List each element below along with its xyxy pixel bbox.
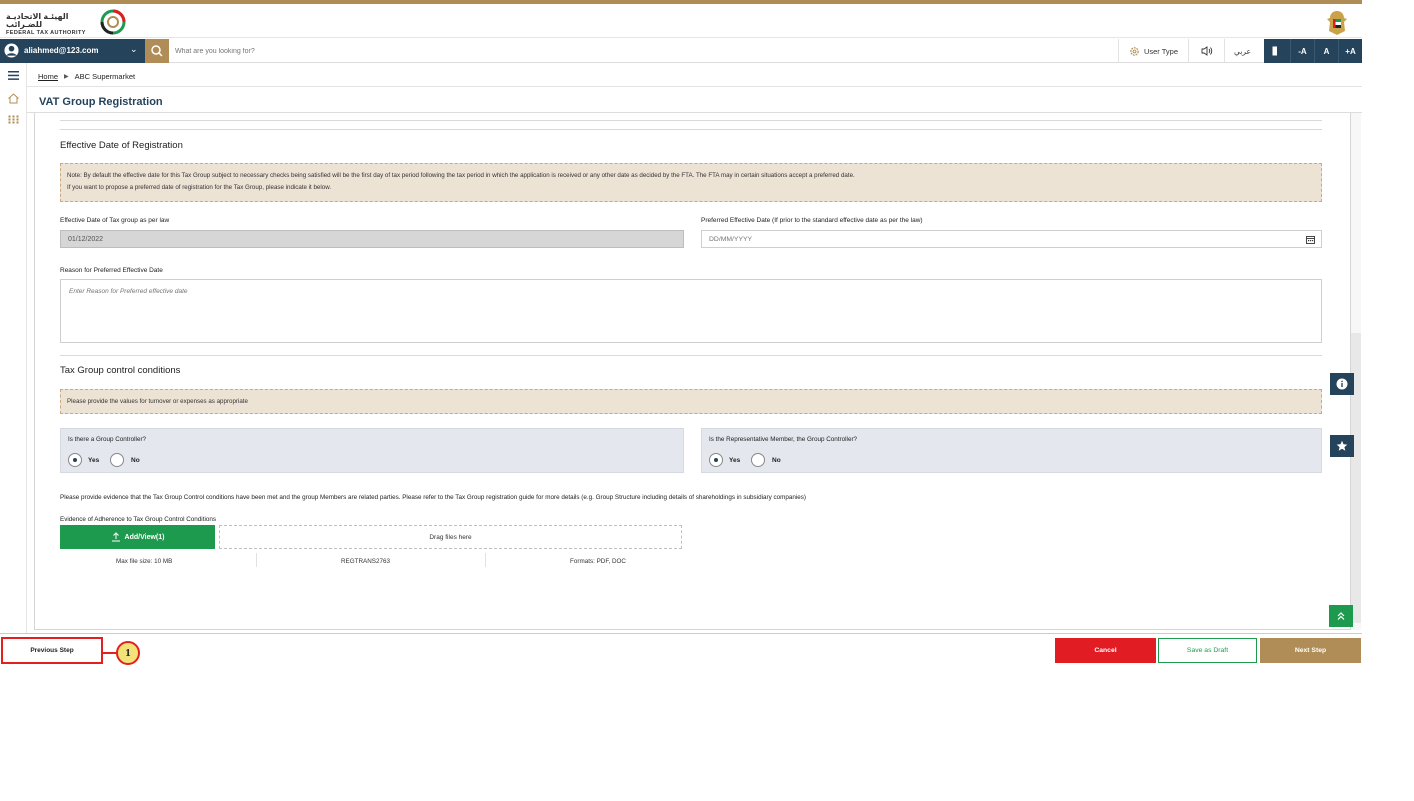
nav-tools: User Type عربي -A A +A (1118, 39, 1362, 63)
group-controller-panel: Is there a Group Controller? Yes No (60, 428, 684, 473)
user-type-label: User Type (1143, 46, 1179, 56)
chevron-down-icon[interactable]: ⌄ (130, 44, 138, 55)
info-icon (1336, 378, 1348, 390)
home-icon[interactable] (7, 92, 20, 105)
language-arabic-button[interactable]: عربي (1224, 39, 1260, 63)
reference-number: REGTRANS2763 (341, 558, 390, 565)
upload-icon (111, 532, 120, 542)
font-decrease-button[interactable]: -A (1290, 39, 1314, 63)
favorite-button[interactable] (1330, 435, 1354, 457)
fta-logo-text[interactable]: الهيئـة الاتحاديـة للضـرائب FEDERAL TAX … (6, 13, 98, 37)
breadcrumb-home-link[interactable]: Home (38, 72, 58, 81)
info-button[interactable] (1330, 373, 1354, 395)
preferred-date-input[interactable] (701, 230, 1322, 248)
reason-label: Reason for Preferred Effective Date (60, 267, 163, 274)
page-title: VAT Group Registration (39, 96, 163, 108)
search-button[interactable] (145, 39, 169, 63)
control-section-title: Tax Group control conditions (60, 365, 181, 376)
calendar-icon[interactable] (1306, 235, 1315, 244)
screen-reader-button[interactable] (1188, 39, 1224, 63)
previous-step-button[interactable]: Previous Step (1, 637, 103, 664)
section-divider (60, 355, 1322, 356)
logo-bar: الهيئـة الاتحاديـة للضـرائب FEDERAL TAX … (0, 4, 1362, 38)
grid-apps-icon[interactable] (7, 113, 20, 126)
logo-arabic: الهيئـة الاتحاديـة للضـرائب (6, 12, 69, 29)
user-type-button[interactable]: User Type (1118, 39, 1188, 63)
gear-icon (1130, 46, 1139, 56)
nav-bar: aliahmed@123.com ⌄ User Type (0, 39, 1362, 63)
star-icon (1336, 440, 1348, 451)
section-divider (60, 120, 1322, 121)
contrast-toggle-button[interactable] (1264, 39, 1290, 63)
control-note-text: Please provide the values for turnover o… (67, 398, 248, 405)
section-divider (60, 129, 1322, 130)
breadcrumb-arrow-icon: ▶ (64, 73, 69, 80)
user-email: aliahmed@123.com (24, 46, 99, 55)
law-date-field: 01/12/2022 (60, 230, 684, 248)
reason-textarea[interactable] (60, 279, 1322, 343)
file-formats: Formats: PDF, DOC (570, 558, 626, 565)
speaker-icon (1201, 46, 1212, 56)
preferred-date-label: Preferred Effective Date (If prior to th… (701, 217, 923, 224)
upload-label: Add/View(1) (124, 533, 165, 541)
max-file-size: Max file size: 10 MB (116, 558, 173, 565)
evidence-instructions: Please provide evidence that the Tax Gro… (60, 494, 807, 501)
meta-separator (256, 553, 257, 567)
uae-emblem-icon (1327, 11, 1347, 35)
representative-yes-radio[interactable] (709, 453, 723, 467)
user-menu[interactable]: aliahmed@123.com ⌄ (0, 39, 145, 63)
next-step-button[interactable]: Next Step (1260, 638, 1361, 663)
breadcrumb-divider (27, 86, 1362, 87)
representative-controller-panel: Is the Representative Member, the Group … (701, 428, 1322, 473)
fta-logo-icon[interactable] (100, 9, 126, 35)
user-avatar-icon (4, 43, 19, 58)
cancel-button[interactable]: Cancel (1055, 638, 1156, 663)
file-drop-zone[interactable]: Drag files here (219, 525, 682, 549)
yes-label: Yes (88, 457, 100, 464)
font-increase-button[interactable]: +A (1338, 39, 1362, 63)
logo-english: FEDERAL TAX AUTHORITY (6, 30, 86, 36)
meta-separator (485, 553, 486, 567)
group-controller-question: Is there a Group Controller? (68, 436, 147, 443)
effective-date-note: Note: By default the effective date for … (60, 163, 1322, 202)
contrast-icon (1272, 46, 1282, 56)
scroll-to-top-button[interactable] (1329, 605, 1353, 627)
drop-label: Drag files here (429, 533, 472, 541)
save-as-draft-button[interactable]: Save as Draft (1158, 638, 1257, 663)
font-normal-button[interactable]: A (1314, 39, 1338, 63)
search-input[interactable] (175, 43, 575, 59)
law-date-label: Effective Date of Tax group as per law (60, 217, 170, 224)
menu-icon[interactable] (7, 69, 20, 82)
callout-badge: 1 (116, 641, 140, 665)
add-view-upload-button[interactable]: Add/View(1) (60, 525, 215, 549)
representative-controller-question: Is the Representative Member, the Group … (709, 436, 858, 443)
representative-no-radio[interactable] (751, 453, 765, 467)
no-label: No (131, 457, 140, 464)
callout-connector (103, 652, 117, 654)
breadcrumb-current: ABC Supermarket (74, 71, 136, 81)
page: الهيئـة الاتحاديـة للضـرائب FEDERAL TAX … (0, 0, 1414, 801)
no-label: No (772, 457, 781, 464)
left-rail (0, 63, 27, 633)
control-note: Please provide the values for turnover o… (60, 389, 1322, 414)
note-line-2: If you want to propose a preferred date … (67, 184, 332, 191)
note-line-1: Note: By default the effective date for … (67, 172, 855, 179)
double-chevron-up-icon (1337, 612, 1345, 620)
evidence-label: Evidence of Adherence to Tax Group Contr… (60, 516, 217, 523)
yes-label: Yes (729, 457, 741, 464)
breadcrumb: Home ▶ ABC Supermarket (27, 68, 135, 84)
group-controller-no-radio[interactable] (110, 453, 124, 467)
group-controller-yes-radio[interactable] (68, 453, 82, 467)
effective-date-section-title: Effective Date of Registration (60, 140, 183, 151)
search-icon (151, 45, 163, 57)
